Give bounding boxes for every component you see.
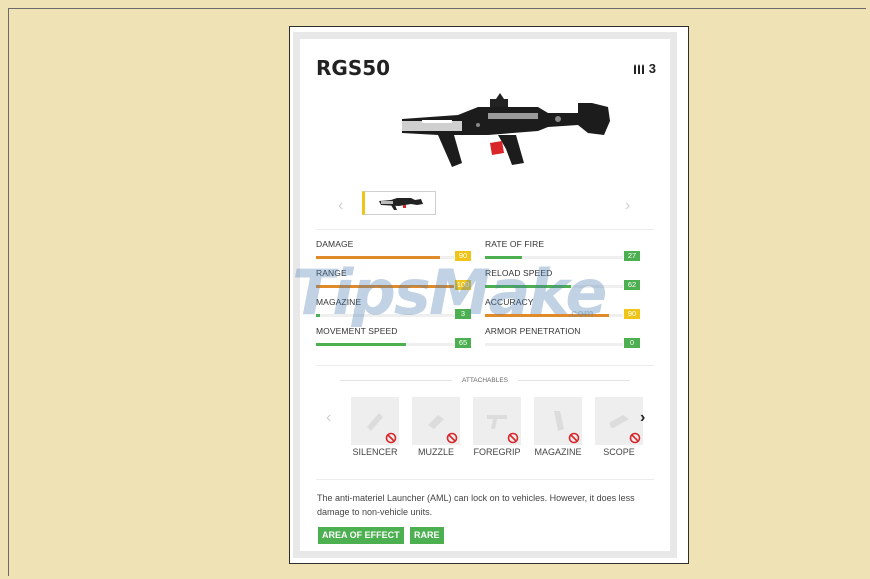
- stat-reload-speed: RELOAD SPEED 62: [485, 268, 640, 290]
- thumbnail-prev-arrow[interactable]: ‹: [338, 197, 343, 215]
- stat-label: MAGAZINE: [316, 297, 362, 307]
- attachment-slot: [412, 397, 460, 445]
- muzzle-icon: [428, 415, 444, 429]
- attachables-heading: ATTACHABLES: [300, 377, 670, 384]
- stat-label: RATE OF FIRE: [485, 239, 545, 249]
- ammo-count: 3: [648, 61, 656, 76]
- attachment-slot: [351, 397, 399, 445]
- attachment-magazine[interactable]: MAGAZINE: [533, 397, 583, 457]
- stat-range: RANGE 100: [316, 268, 471, 290]
- stat-value-badge: 3: [455, 309, 471, 319]
- stat-label: MOVEMENT SPEED: [316, 326, 398, 336]
- stat-value-badge: 65: [455, 338, 471, 348]
- attachment-label: MAGAZINE: [534, 447, 582, 457]
- unavailable-icon: [507, 432, 519, 444]
- foregrip-icon: [487, 415, 507, 429]
- attachment-slot: [473, 397, 521, 445]
- stat-bar-track: [485, 285, 623, 288]
- stat-bar-track: [316, 285, 454, 288]
- stat-bar-fill: [485, 285, 571, 288]
- stat-label: RELOAD SPEED: [485, 268, 553, 278]
- divider: [316, 229, 654, 230]
- stat-bar-fill: [316, 343, 406, 346]
- stat-bar-track: [316, 343, 454, 346]
- stat-rate-of-fire: RATE OF FIRE 27: [485, 239, 640, 261]
- weapon-image: [402, 93, 610, 167]
- silencer-icon: [367, 413, 383, 431]
- scope-icon: [609, 415, 629, 428]
- unavailable-icon: [385, 432, 397, 444]
- stat-bar-fill: [485, 256, 523, 259]
- ammo-counter: 3: [633, 61, 656, 76]
- stat-label: DAMAGE: [316, 239, 354, 249]
- stat-bar-fill: [316, 256, 441, 259]
- weapon-thumbnail-icon: [379, 198, 423, 210]
- unavailable-icon: [446, 432, 458, 444]
- stat-value-badge: 90: [455, 251, 471, 261]
- stat-accuracy: ACCURACY 90: [485, 297, 640, 319]
- stat-magazine: MAGAZINE 3: [316, 297, 471, 319]
- stat-label: RANGE: [316, 268, 347, 278]
- stat-bar-track: [316, 256, 454, 259]
- attachment-label: MUZZLE: [418, 447, 454, 457]
- stat-value-badge: 90: [624, 309, 640, 319]
- magazine-icon: [554, 411, 564, 431]
- stat-value-badge: 27: [624, 251, 640, 261]
- tag-rare[interactable]: RARE: [410, 527, 444, 544]
- attachables-next-arrow[interactable]: ›: [640, 409, 645, 427]
- attachment-silencer[interactable]: SILENCER: [350, 397, 400, 457]
- stat-damage: DAMAGE 90: [316, 239, 471, 261]
- stat-label: ACCURACY: [485, 297, 534, 307]
- weapon-card: RGS50 3 ‹ › DAMAGE 90 RATE OF FIRE 27 RA…: [300, 39, 670, 551]
- weapon-thumbnail[interactable]: [362, 191, 436, 215]
- thumbnail-next-arrow[interactable]: ›: [625, 197, 630, 215]
- attachment-label: SILENCER: [352, 447, 398, 457]
- attachment-scope[interactable]: SCOPE: [594, 397, 644, 457]
- stat-value-badge: 0: [624, 338, 640, 348]
- unavailable-icon: [629, 432, 641, 444]
- stat-value-badge: 62: [624, 280, 640, 290]
- stat-label: ARMOR PENETRATION: [485, 326, 581, 336]
- unavailable-icon: [568, 432, 580, 444]
- weapon-card-frame: RGS50 3 ‹ › DAMAGE 90 RATE OF FIRE 27 RA…: [289, 26, 689, 564]
- stat-movement-speed: MOVEMENT SPEED 65: [316, 326, 471, 348]
- attachment-slot: [595, 397, 643, 445]
- stat-bar-fill: [316, 314, 321, 317]
- weapon-description: The anti-materiel Launcher (AML) can loc…: [317, 493, 635, 517]
- stat-bar-track: [316, 314, 454, 317]
- stat-value-badge: 100: [455, 280, 471, 290]
- tag-area-of-effect[interactable]: AREA OF EFFECT: [318, 527, 404, 544]
- stat-bar-track: [485, 314, 623, 317]
- watermark-suffix: .com: [568, 308, 594, 320]
- attachment-muzzle[interactable]: MUZZLE: [411, 397, 461, 457]
- stat-bar-track: [485, 256, 623, 259]
- attachment-slot: [534, 397, 582, 445]
- divider: [316, 365, 654, 366]
- attachment-label: SCOPE: [603, 447, 635, 457]
- stat-bar-fill: [316, 285, 454, 288]
- bullets-icon: [633, 63, 645, 74]
- stat-bar-track: [485, 343, 623, 346]
- stat-armor-penetration: ARMOR PENETRATION 0: [485, 326, 640, 348]
- attachment-foregrip[interactable]: FOREGRIP: [472, 397, 522, 457]
- weapon-name: RGS50: [316, 56, 391, 80]
- divider: [316, 479, 654, 480]
- attachables-prev-arrow[interactable]: ‹: [326, 409, 331, 427]
- attachment-label: FOREGRIP: [473, 447, 521, 457]
